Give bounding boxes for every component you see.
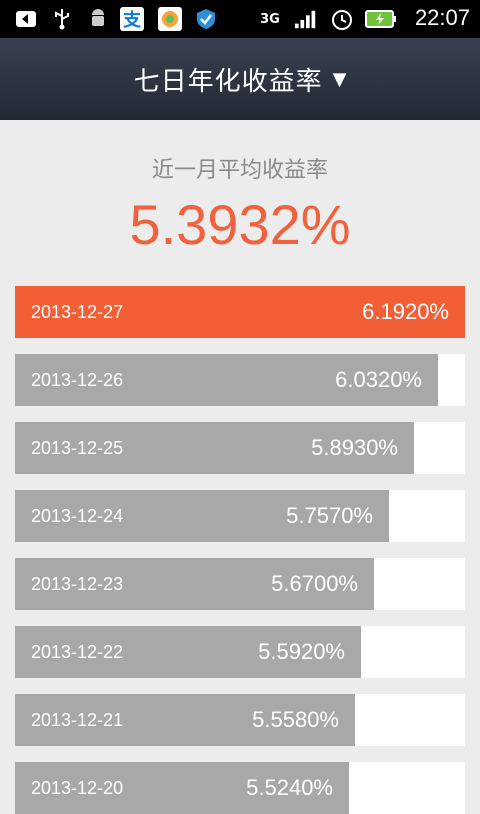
battery-icon (364, 7, 398, 31)
android-icon (86, 7, 110, 31)
rate-row[interactable]: 2013-12-26 6.0320% (15, 354, 465, 406)
row-date: 2013-12-22 (31, 642, 124, 662)
row-rate: 5.5920% (258, 639, 345, 664)
rate-row[interactable]: 2013-12-25 5.8930% (15, 422, 465, 474)
alarm-icon (330, 7, 354, 31)
app-icon (158, 7, 182, 31)
row-date: 2013-12-20 (31, 778, 124, 798)
clock: 22:07 (414, 5, 470, 30)
row-date: 2013-12-24 (31, 506, 124, 526)
alipay-icon: 支 (120, 7, 144, 31)
rate-row[interactable]: 2013-12-24 5.7570% (15, 490, 465, 542)
row-date: 2013-12-23 (31, 574, 124, 594)
row-rate: 5.7570% (286, 503, 373, 528)
network-label: 3G (260, 11, 280, 27)
watermark: Merlin67 (390, 778, 452, 795)
row-rate: 5.5240% (246, 775, 333, 800)
row-rate: 5.8930% (311, 435, 398, 460)
summary-value: 5.3932% (129, 193, 351, 256)
row-rate: 5.5580% (252, 707, 339, 732)
page-title[interactable]: 七日年化收益率 (134, 61, 323, 98)
rate-row[interactable]: 2013-12-22 5.5920% (15, 626, 465, 678)
network-icon: 3G (258, 7, 282, 31)
rate-row[interactable]: 2013-12-27 6.1920% (15, 286, 465, 338)
signal-icon (294, 7, 318, 31)
row-date: 2013-12-26 (31, 370, 124, 390)
usb-icon (50, 7, 74, 31)
row-date: 2013-12-25 (31, 438, 124, 458)
status-bar: 支 3G 22:07 (0, 0, 480, 38)
rate-row[interactable]: 2013-12-21 5.5580% (15, 694, 465, 746)
triangle-down-icon[interactable]: ▼ (333, 69, 347, 90)
back-icon (14, 7, 38, 31)
row-rate: 6.1920% (362, 299, 449, 324)
row-date: 2013-12-27 (31, 302, 124, 322)
row-rate: 6.0320% (335, 367, 422, 392)
row-rate: 5.6700% (271, 571, 358, 596)
row-date: 2013-12-21 (31, 710, 124, 730)
summary-label: 近一月平均收益率 (151, 158, 328, 183)
title-bar[interactable]: 七日年化收益率 ▼ (0, 38, 480, 120)
rate-row[interactable]: 2013-12-23 5.6700% (15, 558, 465, 610)
security-icon (194, 7, 218, 31)
